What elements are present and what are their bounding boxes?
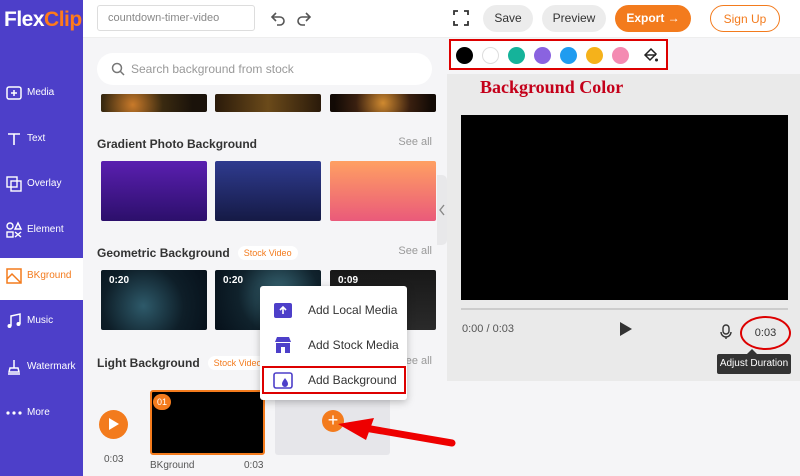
bokeh-thumbnail[interactable] [330, 94, 436, 112]
clip-duration: 0:03 [244, 460, 264, 471]
more-icon [6, 411, 22, 415]
top-bar: countdown-timer-video Save Preview Expor… [83, 0, 800, 38]
sign-up-button[interactable]: Sign Up [710, 5, 780, 32]
color-swatch-yellow[interactable] [586, 47, 603, 64]
sidebar-item-label: Media [27, 87, 55, 98]
sidebar-item-label: Overlay [27, 178, 62, 189]
sidebar-item-label: Element [27, 224, 64, 235]
video-canvas[interactable] [461, 115, 788, 300]
play-icon[interactable] [619, 321, 633, 337]
search-icon [111, 62, 125, 76]
element-icon [6, 221, 23, 238]
section-title-text: Light Background [97, 356, 200, 370]
flexclip-editor: FlexClip Media Text Overlay Element BKgr… [0, 0, 800, 476]
logo-prefix: Flex [4, 8, 45, 31]
time-position: 0:00 / 0:03 [462, 323, 514, 335]
watermark-icon [8, 360, 20, 375]
sidebar-item-text[interactable]: Text [0, 121, 83, 163]
stock-video-tag: Stock Video [237, 246, 298, 260]
section-title-gradient: Gradient Photo Background [97, 137, 258, 151]
bokeh-thumbnail[interactable] [101, 94, 207, 112]
color-swatch-white[interactable] [482, 47, 499, 64]
flexclip-logo[interactable]: FlexClip [4, 8, 82, 32]
background-color-palette [449, 39, 668, 70]
logo-suffix: Clip [44, 8, 82, 31]
sidebar-item-bkground[interactable]: BKground [0, 258, 83, 300]
add-background-highlight [262, 366, 406, 394]
color-swatch-purple[interactable] [534, 47, 551, 64]
save-button[interactable]: Save [483, 5, 533, 32]
sidebar-item-overlay[interactable]: Overlay [0, 166, 83, 208]
video-duration: 0:20 [223, 275, 244, 286]
text-icon [8, 133, 20, 145]
preview-button[interactable]: Preview [542, 5, 606, 32]
bokeh-thumbnail[interactable] [215, 94, 321, 112]
music-icon [7, 313, 21, 328]
menu-item-label: Add Stock Media [308, 338, 399, 352]
color-swatch-pink[interactable] [612, 47, 629, 64]
menu-item-add-local-media[interactable]: Add Local Media [260, 294, 407, 324]
sidebar-item-element[interactable]: Element [0, 212, 83, 254]
sidebar-item-label: Watermark [27, 361, 76, 372]
background-color-annotation: Background Color [480, 77, 624, 97]
progress-track[interactable] [461, 308, 788, 310]
paint-bucket-icon[interactable] [641, 46, 659, 64]
menu-item-label: Add Local Media [308, 303, 398, 317]
geometric-video-thumbnail[interactable]: 0:20 [101, 270, 207, 330]
sidebar-item-label: Text [27, 133, 46, 144]
microphone-icon[interactable] [719, 324, 733, 340]
media-icon [6, 86, 22, 100]
see-all-link[interactable]: See all [398, 245, 432, 257]
annotation-arrow-icon [338, 418, 456, 447]
export-button[interactable]: Export → [615, 5, 691, 32]
gradient-thumbnail[interactable] [101, 161, 207, 221]
color-swatch-black[interactable] [456, 47, 473, 64]
redo-icon[interactable] [295, 9, 313, 27]
duration-display[interactable]: 0:03 [740, 316, 791, 350]
sidebar-item-label: BKground [27, 270, 72, 281]
search-input[interactable]: Search background from stock [97, 53, 432, 85]
gradient-thumbnail[interactable] [215, 161, 321, 221]
color-swatch-teal[interactable] [508, 47, 525, 64]
adjust-duration-tooltip: Adjust Duration [717, 349, 791, 374]
project-name-input[interactable]: countdown-timer-video [97, 5, 255, 31]
see-all-link[interactable]: See all [398, 136, 432, 148]
sidebar-item-music[interactable]: Music [0, 303, 83, 345]
video-duration: 0:09 [338, 275, 359, 286]
stock-video-tag: Stock Video [207, 356, 268, 370]
sidebar-item-label: More [27, 407, 50, 418]
gradient-thumbnail[interactable] [330, 161, 436, 221]
video-duration: 0:20 [109, 275, 130, 286]
timeline-play-button[interactable] [99, 410, 128, 439]
clip-name: BKground [150, 460, 195, 471]
collapse-panel-handle[interactable] [437, 175, 447, 245]
background-icon [6, 268, 22, 284]
clip-number-badge: 01 [153, 394, 171, 410]
menu-item-add-stock-media[interactable]: Add Stock Media [260, 329, 407, 359]
timeline-total-time: 0:03 [104, 454, 124, 465]
sidebar: FlexClip Media Text Overlay Element BKgr… [0, 0, 83, 476]
undo-icon[interactable] [269, 9, 287, 27]
sidebar-item-label: Music [27, 315, 54, 326]
sidebar-item-more[interactable]: More [0, 395, 83, 437]
fullscreen-icon[interactable] [453, 10, 469, 26]
section-title-light: Light Background Stock Video [97, 356, 268, 370]
color-swatch-blue[interactable] [560, 47, 577, 64]
store-icon [275, 337, 291, 353]
sidebar-item-watermark[interactable]: Watermark [0, 349, 83, 391]
section-title-text: Geometric Background [97, 246, 230, 260]
upload-icon [274, 303, 292, 318]
sidebar-item-media[interactable]: Media [0, 75, 83, 117]
chevron-left-icon [439, 204, 445, 216]
section-title-geometric: Geometric Background Stock Video [97, 246, 298, 260]
play-icon [109, 418, 119, 430]
overlay-icon [6, 176, 22, 192]
